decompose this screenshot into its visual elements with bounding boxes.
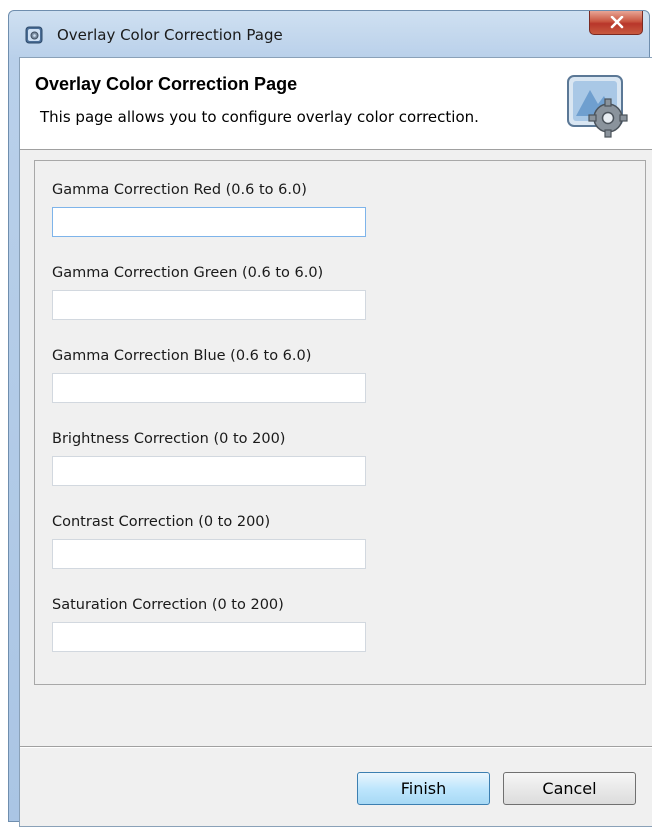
gamma-red-input[interactable] — [52, 207, 366, 237]
dialog-window: Overlay Color Correction Page Overlay Co… — [8, 10, 652, 827]
gamma-green-label: Gamma Correction Green (0.6 to 6.0) — [52, 265, 324, 281]
window-title: Overlay Color Correction Page — [57, 26, 283, 44]
close-button[interactable] — [589, 11, 643, 35]
contrast-input[interactable] — [52, 539, 366, 569]
brightness-label: Brightness Correction (0 to 200) — [52, 431, 286, 447]
brightness-input[interactable] — [52, 456, 366, 486]
settings-window-icon — [25, 26, 43, 44]
saturation-label: Saturation Correction (0 to 200) — [52, 597, 284, 613]
gear-settings-icon — [564, 70, 634, 140]
page-title: Overlay Color Correction Page — [35, 74, 298, 94]
gamma-green-input[interactable] — [52, 290, 366, 320]
gamma-red-label: Gamma Correction Red (0.6 to 6.0) — [52, 182, 307, 198]
close-icon — [610, 16, 624, 29]
gamma-blue-label: Gamma Correction Blue (0.6 to 6.0) — [52, 348, 312, 364]
saturation-input[interactable] — [52, 622, 366, 652]
title-bar[interactable]: Overlay Color Correction Page — [9, 11, 649, 57]
finish-button[interactable]: Finish — [357, 772, 490, 805]
contrast-label: Contrast Correction (0 to 200) — [52, 514, 271, 530]
cancel-button[interactable]: Cancel — [503, 772, 636, 805]
gamma-blue-input[interactable] — [52, 373, 366, 403]
page-description: This page allows you to configure overla… — [40, 108, 479, 126]
dialog-client-area: Overlay Color Correction Page This page … — [19, 57, 652, 827]
button-separator — [20, 746, 652, 748]
settings-group: Gamma Correction Red (0.6 to 6.0) Gamma … — [34, 160, 646, 685]
page-header: Overlay Color Correction Page This page … — [20, 58, 652, 150]
